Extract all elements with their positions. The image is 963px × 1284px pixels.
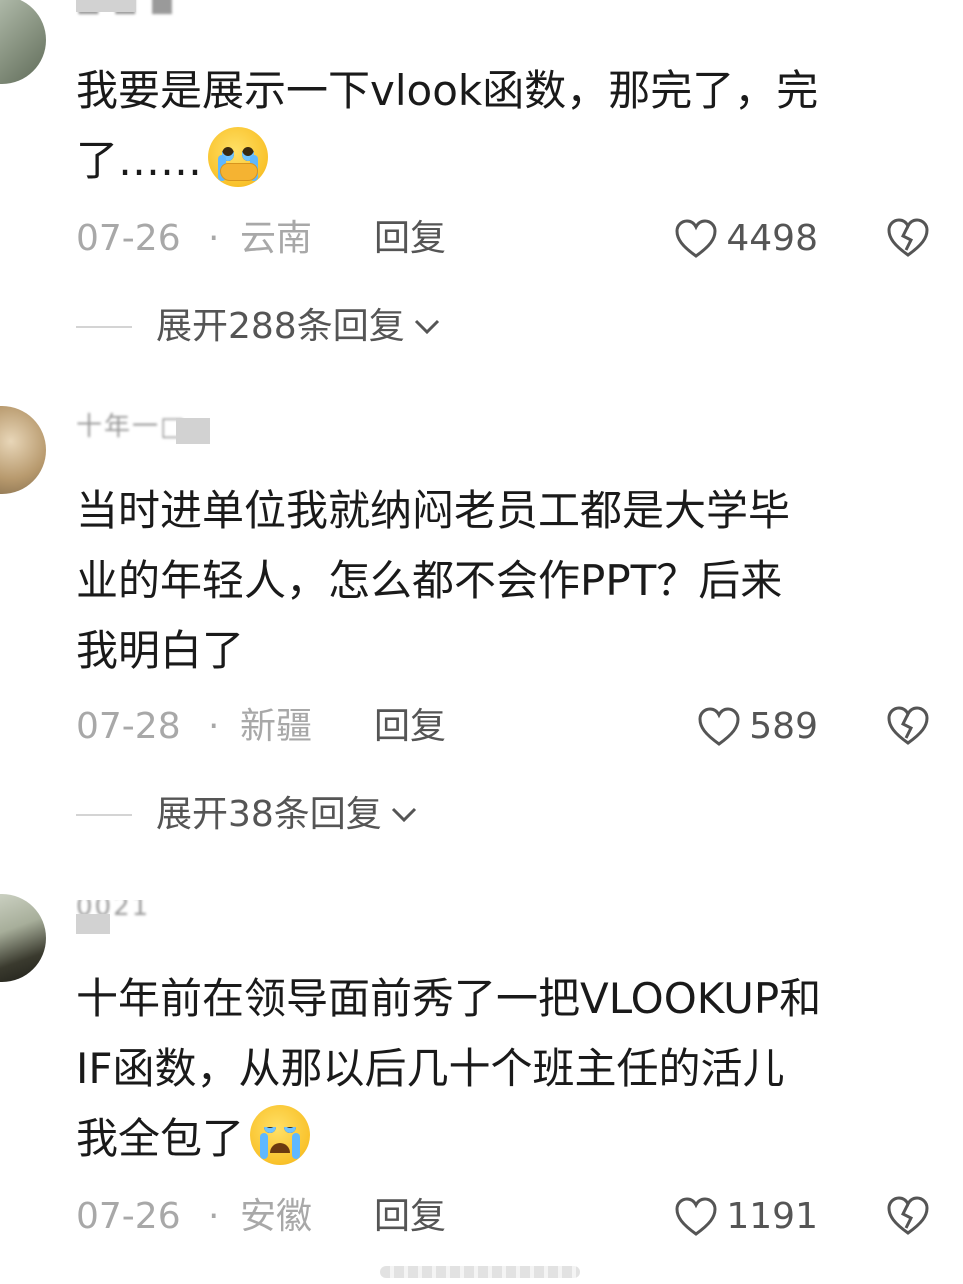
heart-icon	[675, 1197, 717, 1236]
comment-text: 当时进单位我就纳闷老员工都是大学毕 业的年轻人，怎么都不会作PPT？后来 我明白…	[76, 486, 791, 675]
comment-meta: 07-26 · 云南 回复 4498	[76, 214, 936, 264]
comment-region: 新疆	[240, 706, 313, 747]
like-count: 1191	[726, 1196, 818, 1237]
crying-face-emoji	[250, 1105, 311, 1165]
username[interactable]: 十年一□	[76, 410, 246, 444]
comment-meta: 07-28 · 新疆 回复 589	[76, 702, 936, 752]
like-button[interactable]: 4498	[674, 214, 818, 264]
pleading-face-hands-emoji	[208, 127, 269, 187]
like-count: 4498	[726, 218, 818, 259]
chevron-down-icon	[414, 319, 439, 335]
broken-heart-icon[interactable]	[886, 706, 930, 760]
comment-meta: 07-26 · 安徽 回复 1191	[76, 1192, 936, 1242]
broken-heart-icon[interactable]	[886, 218, 930, 272]
heart-icon	[698, 707, 740, 746]
broken-heart-icon[interactable]	[886, 1196, 930, 1250]
expand-replies-button[interactable]: 展开288条回复	[76, 302, 441, 352]
avatar[interactable]	[0, 0, 46, 84]
username[interactable]: ■ ■ ■	[76, 0, 246, 34]
avatar[interactable]	[0, 406, 46, 494]
like-button[interactable]: 1191	[674, 1192, 818, 1242]
comment-text: 十年前在领导面前秀了一把VLOOKUP和 IF函数，从那以后几十个班主任的活儿 …	[76, 974, 822, 1165]
heart-icon	[675, 219, 717, 258]
comment-text: 我要是展示一下vlook函数，那完了，完 了……	[76, 66, 819, 187]
reply-button[interactable]: 回复	[374, 1192, 446, 1242]
comment-region: 安徽	[240, 1196, 313, 1237]
reply-button[interactable]: 回复	[374, 702, 446, 752]
avatar[interactable]	[0, 894, 46, 982]
reply-button[interactable]: 回复	[374, 214, 446, 264]
like-button[interactable]: 589	[697, 702, 818, 752]
username[interactable]: 0021	[76, 900, 246, 934]
expand-replies-button[interactable]: 展开38条回复	[76, 790, 418, 840]
comment-region: 云南	[240, 218, 313, 259]
watermark	[380, 1266, 580, 1278]
comment-date: 07-28	[76, 706, 181, 747]
comment-date: 07-26	[76, 218, 181, 259]
chevron-down-icon	[391, 807, 416, 823]
comment-date: 07-26	[76, 1196, 181, 1237]
like-count: 589	[749, 706, 818, 747]
